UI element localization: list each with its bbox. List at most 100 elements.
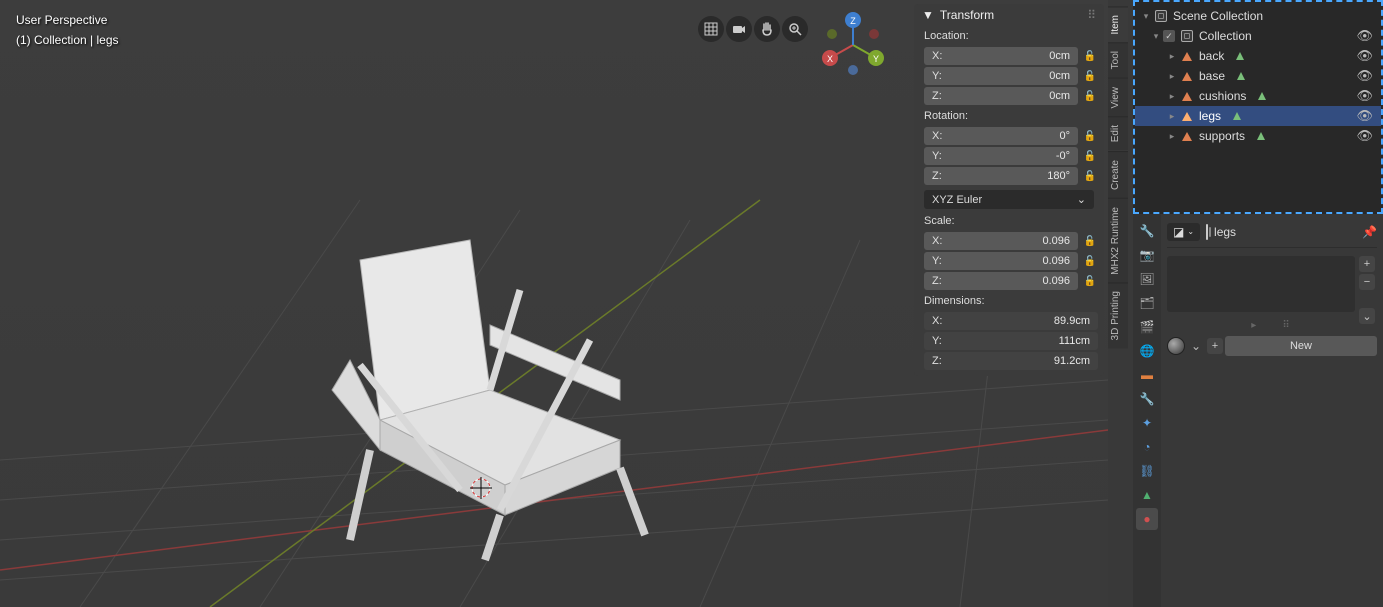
tab-tool[interactable]: Tool [1108, 42, 1128, 77]
material-preview-icon[interactable] [1167, 337, 1185, 355]
panel-drag-icon[interactable]: ⠿ [1087, 8, 1096, 22]
tab-view[interactable]: View [1108, 78, 1128, 117]
scale-z-field[interactable]: Z:0.096 [924, 272, 1078, 290]
expand-icon[interactable]: ▾ [1149, 31, 1163, 42]
rotation-mode-dropdown[interactable]: XYZ Euler⌄ [924, 190, 1094, 209]
material-browse-button[interactable]: ⌄ [1187, 337, 1205, 355]
ptab-tool[interactable]: 🔧 [1136, 220, 1158, 242]
outliner-item-back[interactable]: ▸ back 👁 [1135, 46, 1381, 66]
n-panel-tabs: Item Tool View Edit Create MHX2 Runtime … [1108, 6, 1128, 349]
camera-view-button[interactable] [726, 16, 752, 42]
eye-icon[interactable]: 👁 [1356, 68, 1373, 84]
outliner-scene-collection[interactable]: ▾ Scene Collection [1135, 6, 1381, 26]
zoom-view-button[interactable] [782, 16, 808, 42]
rotation-z-field[interactable]: Z:180° [924, 167, 1078, 185]
material-menu-button[interactable]: ⌄ [1359, 308, 1375, 324]
eye-icon[interactable]: 👁 [1356, 128, 1373, 144]
dim-z-field[interactable]: Z:91.2cm [924, 352, 1098, 370]
material-add-inline-button[interactable]: + [1207, 338, 1223, 354]
grid-shading-button[interactable] [698, 16, 724, 42]
lock-icon[interactable]: 🔓 [1082, 88, 1098, 104]
outliner-item-supports[interactable]: ▸ supports 👁 [1135, 126, 1381, 146]
ptab-output[interactable]: 🖼 [1136, 268, 1158, 290]
gizmo-x-label: X [827, 54, 833, 64]
ptab-material[interactable]: ● [1136, 508, 1158, 530]
lock-icon[interactable]: 🔓 [1082, 253, 1098, 269]
mesh-data-icon [1237, 72, 1245, 80]
outliner[interactable]: ▾ Scene Collection ▾ ✓ Collection 👁 ▸ ba… [1133, 0, 1383, 214]
gizmo-y-label: Y [873, 54, 879, 64]
expand-icon[interactable]: ▸ [1165, 71, 1179, 82]
material-slot-list[interactable] [1167, 256, 1355, 312]
lock-icon[interactable]: 🔓 [1082, 168, 1098, 184]
ptab-viewlayer[interactable]: 🗂 [1136, 292, 1158, 314]
ptab-constraints[interactable]: ⛓ [1136, 460, 1158, 482]
lock-icon[interactable]: 🔓 [1082, 48, 1098, 64]
context-label: (1) Collection | legs [16, 30, 119, 50]
eye-icon[interactable]: 👁 [1356, 28, 1373, 44]
material-add-button[interactable]: + [1359, 256, 1375, 272]
rotation-x-field[interactable]: X:0° [924, 127, 1078, 145]
ptab-object[interactable]: ▬ [1136, 364, 1158, 386]
lock-icon[interactable]: 🔓 [1082, 128, 1098, 144]
outliner-item-legs[interactable]: ▸ legs 👁 [1135, 106, 1381, 126]
list-resize-handle[interactable]: ▸ ⠿ [1167, 318, 1377, 332]
collection-label: Collection [1199, 29, 1252, 43]
dim-x-field[interactable]: X:89.9cm [924, 312, 1098, 330]
pan-view-button[interactable] [754, 16, 780, 42]
tab-create[interactable]: Create [1108, 151, 1128, 198]
transform-panel-header[interactable]: ▼ Transform ⠿ [914, 4, 1104, 26]
properties-editor: 🔧 📷 🖼 🗂 🎬 🌐 ▬ 🔧 ✦ ◔ ⛓ ▲ ● ◪⌄ legs 📌 + − … [1133, 214, 1383, 607]
material-remove-button[interactable]: − [1359, 274, 1375, 290]
location-z-field[interactable]: Z:0cm [924, 87, 1078, 105]
tab-mhx2[interactable]: MHX2 Runtime [1108, 198, 1128, 283]
viewport-3d[interactable]: User Perspective (1) Collection | legs X… [0, 0, 1108, 607]
expand-icon[interactable]: ▸ [1165, 91, 1179, 102]
item-label: back [1199, 49, 1224, 63]
disclosure-triangle-icon: ▼ [922, 8, 934, 22]
properties-tab-column: 🔧 📷 🖼 🗂 🎬 🌐 ▬ 🔧 ✦ ◔ ⛓ ▲ ● [1133, 214, 1161, 607]
expand-icon[interactable]: ▸ [1165, 51, 1179, 62]
expand-icon[interactable]: ▾ [1139, 11, 1153, 22]
dim-y-field[interactable]: Y:111cm [924, 332, 1098, 350]
ptab-particles[interactable]: ✦ [1136, 412, 1158, 434]
lock-icon[interactable]: 🔓 [1082, 233, 1098, 249]
tab-item[interactable]: Item [1108, 6, 1128, 42]
lock-icon[interactable]: 🔓 [1082, 273, 1098, 289]
outliner-collection[interactable]: ▾ ✓ Collection 👁 [1135, 26, 1381, 46]
ptab-world[interactable]: 🌐 [1136, 340, 1158, 362]
tab-3dprint[interactable]: 3D Printing [1108, 282, 1128, 348]
expand-icon[interactable]: ▸ [1165, 131, 1179, 142]
item-label: legs [1199, 109, 1221, 123]
ptab-physics[interactable]: ◔ [1136, 436, 1158, 458]
location-x-field[interactable]: X:0cm [924, 47, 1078, 65]
scale-label: Scale: [914, 211, 1104, 231]
expand-icon[interactable]: ▸ [1165, 111, 1179, 122]
collection-checkbox[interactable]: ✓ [1163, 30, 1175, 42]
tab-edit[interactable]: Edit [1108, 116, 1128, 150]
ptab-render[interactable]: 📷 [1136, 244, 1158, 266]
navigation-gizmo[interactable]: X Y Z [818, 10, 888, 80]
perspective-label: User Perspective [16, 10, 119, 30]
scale-x-field[interactable]: X:0.096 [924, 232, 1078, 250]
eye-icon[interactable]: 👁 [1356, 108, 1373, 124]
datablock-selector[interactable]: ◪⌄ [1167, 223, 1200, 241]
rotation-y-field[interactable]: Y:-0° [924, 147, 1078, 165]
scale-y-field[interactable]: Y:0.096 [924, 252, 1078, 270]
ptab-mesh[interactable]: ▲ [1136, 484, 1158, 506]
location-label: Location: [914, 26, 1104, 46]
outliner-item-cushions[interactable]: ▸ cushions 👁 [1135, 86, 1381, 106]
lock-icon[interactable]: 🔓 [1082, 68, 1098, 84]
eye-icon[interactable]: 👁 [1356, 88, 1373, 104]
eye-icon[interactable]: 👁 [1356, 48, 1373, 64]
scene-collection-icon [1153, 8, 1169, 24]
pin-icon[interactable]: 📌 [1362, 225, 1377, 239]
properties-body: ◪⌄ legs 📌 + − ⌄ ▸ ⠿ ⌄ + New [1161, 214, 1383, 607]
ptab-modifier[interactable]: 🔧 [1136, 388, 1158, 410]
ptab-scene[interactable]: 🎬 [1136, 316, 1158, 338]
lock-icon[interactable]: 🔓 [1082, 148, 1098, 164]
outliner-item-base[interactable]: ▸ base 👁 [1135, 66, 1381, 86]
mesh-icon [1179, 68, 1195, 84]
location-y-field[interactable]: Y:0cm [924, 67, 1078, 85]
material-new-button[interactable]: New [1225, 336, 1377, 356]
